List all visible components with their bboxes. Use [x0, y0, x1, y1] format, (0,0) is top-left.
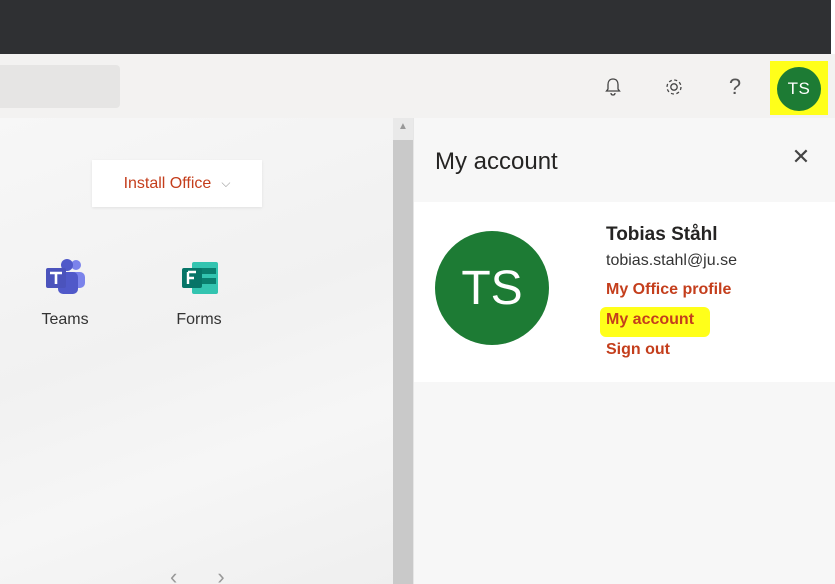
- account-panel: My account ✕ TS Tobias Ståhl tobias.stah…: [413, 118, 835, 584]
- app-tile-forms[interactable]: Forms: [154, 258, 244, 329]
- teams-icon: [46, 259, 85, 294]
- bell-icon[interactable]: [600, 72, 626, 102]
- top-bar: [0, 0, 835, 54]
- scroll-thumb[interactable]: [393, 140, 413, 584]
- search-input[interactable]: [0, 65, 120, 108]
- office-profile-link[interactable]: My Office profile: [606, 281, 731, 299]
- top-bar-edge: [831, 0, 835, 54]
- main-content: Install Office ⌵ Teams Forms ‹›: [0, 118, 393, 584]
- gear-icon[interactable]: [661, 72, 687, 102]
- account-name: Tobias Ståhl: [606, 224, 718, 245]
- carousel-next-button[interactable]: ›: [217, 564, 264, 584]
- close-icon[interactable]: ✕: [786, 142, 816, 172]
- header-avatar-button[interactable]: TS: [777, 67, 821, 111]
- my-account-link[interactable]: My account: [606, 311, 694, 329]
- forms-icon: [182, 262, 218, 294]
- panel-title: My account: [435, 148, 558, 175]
- app-tile-teams[interactable]: Teams: [20, 258, 110, 329]
- account-email: tobias.stahl@ju.se: [606, 252, 737, 269]
- carousel-nav: ‹›: [170, 564, 265, 584]
- help-icon[interactable]: ?: [722, 72, 748, 102]
- scroll-up-arrow-icon[interactable]: ▲: [398, 121, 408, 132]
- install-office-button[interactable]: Install Office ⌵: [92, 160, 262, 207]
- scrollbar[interactable]: ▲: [393, 118, 413, 584]
- app-label-forms: Forms: [176, 311, 222, 328]
- app-label-teams: Teams: [41, 311, 89, 328]
- chevron-down-icon: ⌵: [221, 176, 231, 190]
- header-bar: [0, 54, 835, 118]
- install-office-label: Install Office: [123, 174, 212, 192]
- sign-out-link[interactable]: Sign out: [606, 341, 670, 359]
- carousel-prev-button[interactable]: ‹: [170, 564, 217, 584]
- avatar: TS: [435, 231, 549, 345]
- account-card: TS Tobias Ståhl tobias.stahl@ju.se My Of…: [414, 202, 835, 382]
